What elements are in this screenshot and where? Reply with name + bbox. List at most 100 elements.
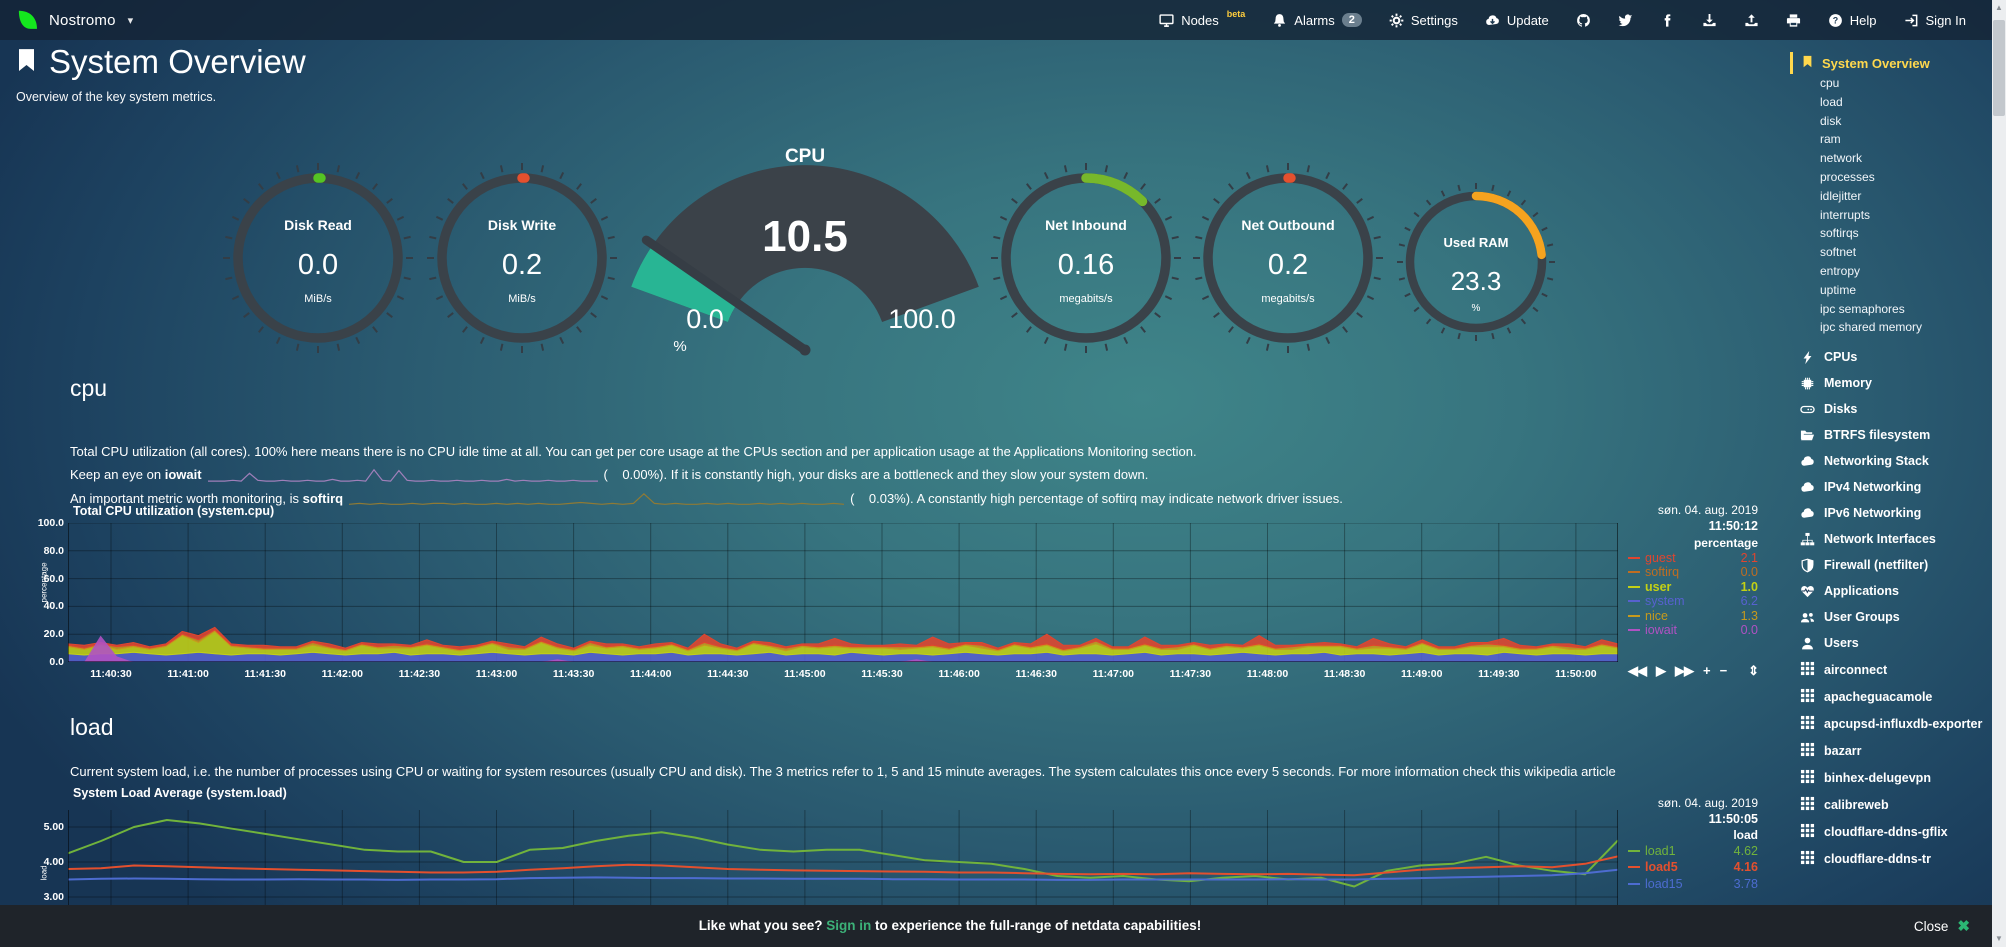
legend-row-softirq[interactable]: softirq0.0 <box>1628 565 1758 579</box>
sidebar-item-cpu[interactable]: cpu <box>1790 74 1992 93</box>
gauge-cpu[interactable]: CPU10.50.0100.0% <box>620 140 990 390</box>
alarms-count-badge: 2 <box>1342 13 1362 27</box>
sidebar-item-memory[interactable]: Memory <box>1790 370 1992 396</box>
navbar-item-facebook-icon[interactable] <box>1660 13 1675 28</box>
navbar-item-sign-in[interactable]: Sign In <box>1904 13 1966 28</box>
close-button[interactable]: Close✖ <box>1914 917 1970 935</box>
chart-plot-area[interactable] <box>68 523 1618 662</box>
brand-menu[interactable]: Nostromo ▾ <box>16 9 133 32</box>
legend-row-load1[interactable]: load14.62 <box>1628 844 1758 858</box>
sidebar-item-cloudflare-ddns-gflix[interactable]: cloudflare-ddns-gflix <box>1790 818 1992 845</box>
legend-row-guest[interactable]: guest2.1 <box>1628 551 1758 565</box>
sidebar-item-disk[interactable]: disk <box>1790 112 1992 131</box>
cpu-desc-line2: Keep an eye on iowait( 0.00%). If it is … <box>70 463 1610 487</box>
sidebar-item-binhex-delugevpn[interactable]: binhex-delugevpn <box>1790 764 1992 791</box>
y-tick-label: 0.0 <box>20 656 64 668</box>
gauge-value: 0.16 <box>984 249 1188 282</box>
navbar-menu: Nodesbeta Alarms2 Settings Update ?Help Sign … <box>1159 13 1966 28</box>
sidebar-item-ipc-shared-memory[interactable]: ipc shared memory <box>1790 318 1992 337</box>
navbar-item-alarms[interactable]: Alarms2 <box>1272 13 1362 28</box>
sidebar-item-bazarr[interactable]: bazarr <box>1790 737 1992 764</box>
sidebar-item-cpus[interactable]: CPUs <box>1790 344 1992 370</box>
navbar-item-twitter-icon[interactable] <box>1618 13 1633 28</box>
navbar-item-help[interactable]: ?Help <box>1828 13 1877 28</box>
sidebar-item-networking-stack[interactable]: Networking Stack <box>1790 448 1992 474</box>
sidebar-item-interrupts[interactable]: interrupts <box>1790 206 1992 225</box>
sidebar-section-label: CPUs <box>1824 350 1857 364</box>
gauge-net-inbound[interactable]: Net Inbound0.16megabits/s <box>984 156 1188 360</box>
chart-time: 11:50:05 <box>1628 812 1758 826</box>
sidebar-item-uptime[interactable]: uptime <box>1790 281 1992 300</box>
sidebar-item-airconnect[interactable]: airconnect <box>1790 656 1992 683</box>
cloud-icon <box>1800 506 1815 521</box>
chart-toolbar-pan-forward-button[interactable]: ▶▶ <box>1675 663 1693 679</box>
sidebar-item-network[interactable]: network <box>1790 149 1992 168</box>
scrollbar-thumb[interactable] <box>1993 20 2005 116</box>
sidebar-item-ipc-semaphores[interactable]: ipc semaphores <box>1790 300 1992 319</box>
legend-dash <box>1628 557 1640 559</box>
x-tick-label: 11:45:30 <box>852 668 912 680</box>
legend-row-load5[interactable]: load54.16 <box>1628 860 1758 874</box>
sidebar-item-processes[interactable]: processes <box>1790 168 1992 187</box>
navbar-item-settings[interactable]: Settings <box>1389 13 1458 28</box>
svg-text:?: ? <box>1833 15 1838 25</box>
gauge-value: 0.2 <box>420 249 624 282</box>
legend-row-system[interactable]: system6.2 <box>1628 594 1758 608</box>
sidebar-item-load[interactable]: load <box>1790 93 1992 112</box>
gauge-value: 0.2 <box>1186 249 1390 282</box>
navbar-item-github-icon[interactable] <box>1576 13 1591 28</box>
sidebar-item-ipv6-networking[interactable]: IPv6 Networking <box>1790 500 1992 526</box>
gauge-unit: % <box>1391 303 1561 314</box>
signin-message: Like what you see? Sign in to experience… <box>0 918 1900 933</box>
gauge-net-outbound[interactable]: Net Outbound0.2megabits/s <box>1186 156 1390 360</box>
sidebar-item-apacheguacamole[interactable]: apacheguacamole <box>1790 683 1992 710</box>
sidebar-item-calibreweb[interactable]: calibreweb <box>1790 791 1992 818</box>
chart-toolbar-zoom-in-button[interactable]: + <box>1703 663 1710 679</box>
scrollbar-down-arrow[interactable]: ▼ <box>1992 934 2006 943</box>
sidebar-item-system-overview[interactable]: System Overview <box>1790 52 1992 74</box>
navbar-item-download-icon[interactable] <box>1702 13 1717 28</box>
chart-title: System Load Average (system.load) <box>73 786 287 800</box>
navbar-item-nodes[interactable]: Nodesbeta <box>1159 13 1245 28</box>
gauge-disk-write[interactable]: Disk Write0.2MiB/s <box>420 156 624 360</box>
chart-toolbar-zoom-out-button[interactable]: − <box>1720 663 1727 679</box>
legend-row-load15[interactable]: load153.78 <box>1628 877 1758 891</box>
sidebar-item-apcupsd-influxdb-exporter[interactable]: apcupsd-influxdb-exporter <box>1790 710 1992 737</box>
legend-row-iowait[interactable]: iowait0.0 <box>1628 623 1758 637</box>
sidebar-item-network-interfaces[interactable]: Network Interfaces <box>1790 526 1992 552</box>
chart-date: søn. 04. aug. 2019 <box>1628 503 1758 517</box>
sidebar-item-btrfs-filesystem[interactable]: BTRFS filesystem <box>1790 422 1992 448</box>
gauge-disk-read[interactable]: Disk Read0.0MiB/s <box>216 156 420 360</box>
chart-toolbar-pan-backward-button[interactable]: ◀◀ <box>1628 663 1646 679</box>
sidebar-item-idlejitter[interactable]: idlejitter <box>1790 187 1992 206</box>
y-tick-label: 5.00 <box>20 821 64 833</box>
sidebar-item-ram[interactable]: ram <box>1790 130 1992 149</box>
scrollbar-up-arrow[interactable]: ▲ <box>1992 3 2006 12</box>
navbar-item-update[interactable]: Update <box>1485 13 1549 28</box>
gauge-used-ram[interactable]: Used RAM23.3% <box>1391 177 1561 347</box>
sidebar-item-entropy[interactable]: entropy <box>1790 262 1992 281</box>
sidebar-item-cloudflare-ddns-tr[interactable]: cloudflare-ddns-tr <box>1790 845 1992 872</box>
signin-link[interactable]: Sign in <box>826 918 871 933</box>
sidebar-item-disks[interactable]: Disks <box>1790 396 1992 422</box>
sidebar-item-ipv4-networking[interactable]: IPv4 Networking <box>1790 474 1992 500</box>
chevron-down-icon: ▾ <box>128 14 134 27</box>
x-tick-label: 11:48:30 <box>1315 668 1375 680</box>
legend-row-user[interactable]: user1.0 <box>1628 580 1758 594</box>
navbar-item-print-icon[interactable] <box>1786 13 1801 28</box>
sidebar-item-users[interactable]: Users <box>1790 630 1992 656</box>
navbar-item-upload-icon[interactable] <box>1744 13 1759 28</box>
legend-series-name: load5 <box>1645 860 1678 874</box>
legend-row-nice[interactable]: nice1.3 <box>1628 609 1758 623</box>
y-tick-label: 3.00 <box>20 891 64 903</box>
chart-toolbar-resize-button[interactable]: ⇕ <box>1748 663 1758 679</box>
sidebar-item-softnet[interactable]: softnet <box>1790 243 1992 262</box>
sidebar-item-firewall-netfilter-[interactable]: Firewall (netfilter) <box>1790 552 1992 578</box>
sidebar-item-applications[interactable]: Applications <box>1790 578 1992 604</box>
sidebar-item-softirqs[interactable]: softirqs <box>1790 224 1992 243</box>
cloud-download-icon <box>1485 13 1500 28</box>
sidebar-item-user-groups[interactable]: User Groups <box>1790 604 1992 630</box>
scrollbar-track[interactable]: ▲ ▼ <box>1992 0 2006 947</box>
chart-toolbar-play-button[interactable]: ▶ <box>1656 663 1665 679</box>
sidebar-section-label: User Groups <box>1824 610 1900 624</box>
